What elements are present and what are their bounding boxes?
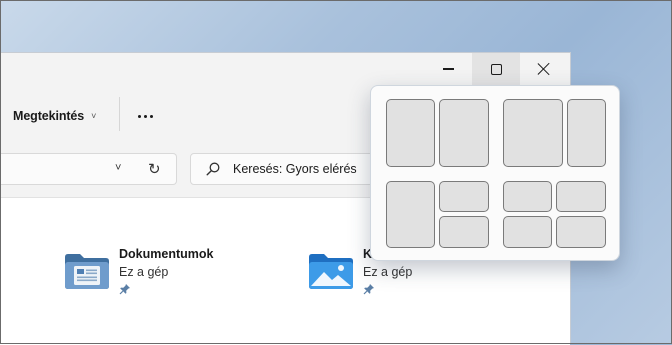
snap-layout-3-zone-2[interactable] — [439, 181, 489, 212]
snap-layout-1-zone-2[interactable] — [439, 99, 489, 167]
maximize-icon — [490, 63, 502, 75]
snap-layout-2-zone-2[interactable] — [567, 99, 606, 167]
more-options-button[interactable] — [131, 105, 159, 127]
snap-layout-4-zone-2[interactable] — [556, 181, 606, 212]
more-options-icon — [149, 114, 153, 118]
pictures-folder-icon — [309, 254, 353, 289]
snap-layout-3-zone-1[interactable] — [386, 181, 435, 248]
snap-layout-4-zone-3[interactable] — [503, 216, 552, 248]
item-location: Ez a gép — [119, 265, 169, 279]
pin-icon — [119, 284, 130, 295]
close-button[interactable] — [520, 53, 568, 85]
snap-layout-4-zone-1[interactable] — [503, 181, 552, 212]
item-location: Ez a gép — [363, 265, 413, 279]
close-icon — [537, 62, 551, 76]
snap-layout-4-zone-4[interactable] — [556, 216, 606, 248]
search-icon — [206, 162, 220, 176]
more-options-icon — [143, 114, 147, 118]
chevron-down-icon: ˅ — [91, 111, 97, 121]
documents-folder-icon — [65, 254, 109, 289]
title-bar — [0, 53, 570, 85]
quick-access-item-documents[interactable]: Dokumentumok Ez a gép — [64, 246, 284, 302]
address-bar[interactable]: ˅ ↻ — [0, 153, 177, 185]
view-menu-label: Megtekintés — [13, 109, 85, 123]
view-menu-button[interactable]: Megtekintés ˅ — [13, 105, 96, 127]
toolbar-divider — [119, 97, 120, 131]
search-input[interactable]: Keresés: Gyors elérés — [190, 153, 390, 185]
pin-icon — [363, 284, 374, 295]
item-name: Dokumentumok — [119, 247, 214, 261]
address-dropdown-chevron-icon[interactable]: ˅ — [115, 162, 121, 174]
more-options-icon — [137, 114, 141, 118]
refresh-icon[interactable]: ↻ — [148, 160, 161, 178]
minimize-icon — [442, 68, 454, 70]
snap-layouts-flyout — [370, 85, 620, 261]
snap-layout-2-zone-1[interactable] — [503, 99, 563, 167]
minimize-button[interactable] — [424, 53, 472, 85]
snap-layout-1-zone-1[interactable] — [386, 99, 435, 167]
search-placeholder: Keresés: Gyors elérés — [233, 162, 357, 176]
snap-layout-3-zone-3[interactable] — [439, 216, 489, 248]
maximize-button[interactable] — [472, 53, 520, 85]
